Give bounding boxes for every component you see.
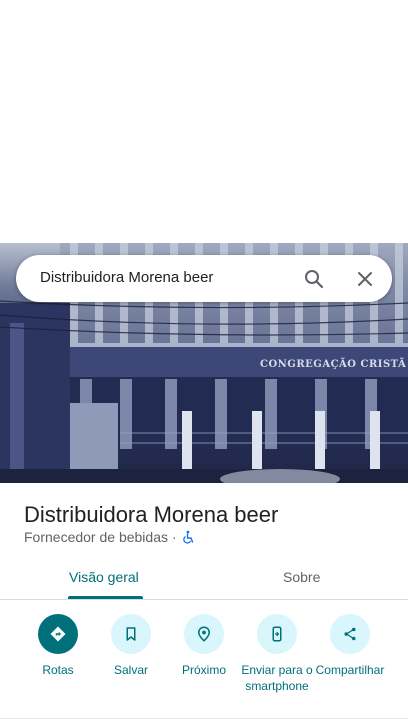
bottom-divider (0, 718, 408, 719)
send-to-phone-label: Enviar para o smartphone (241, 663, 313, 693)
active-tab-indicator (68, 596, 143, 599)
map-area-blank (0, 0, 408, 243)
bookmark-icon (111, 614, 151, 654)
wheelchair-icon (181, 530, 195, 544)
nearby-icon (184, 614, 224, 654)
nearby-button[interactable]: Próximo (164, 614, 244, 678)
tab-about[interactable]: Sobre (283, 569, 320, 585)
search-bar[interactable]: Distribuidora Morena beer (16, 255, 392, 302)
directions-button[interactable]: Rotas (18, 614, 98, 678)
send-to-phone-icon (257, 614, 297, 654)
place-subtitle: Fornecedor de bebidas · (24, 529, 195, 545)
tab-overview[interactable]: Visão geral (69, 569, 139, 585)
nearby-label: Próximo (181, 663, 226, 677)
action-buttons: Rotas Salvar Próximo Enviar para o smart… (0, 600, 408, 726)
share-icon (330, 614, 370, 654)
close-icon[interactable] (353, 267, 377, 291)
separator-dot: · (172, 529, 177, 545)
save-button[interactable]: Salvar (91, 614, 171, 678)
directions-icon (38, 614, 78, 654)
share-label: Compartilhar (315, 663, 385, 677)
directions-label: Rotas (42, 663, 74, 677)
place-title: Distribuidora Morena beer (24, 502, 279, 527)
place-category: Fornecedor de bebidas (24, 529, 168, 545)
search-input[interactable]: Distribuidora Morena beer (40, 269, 213, 286)
save-label: Salvar (113, 663, 148, 677)
send-to-phone-button[interactable]: Enviar para o smartphone (237, 614, 317, 694)
place-tabs: Visão geral Sobre (0, 555, 408, 600)
building-sign-text: CONGREGAÇÃO CRISTÃ NO BRA (260, 358, 408, 370)
share-button[interactable]: Compartilhar (310, 614, 390, 678)
search-icon[interactable] (302, 267, 326, 291)
